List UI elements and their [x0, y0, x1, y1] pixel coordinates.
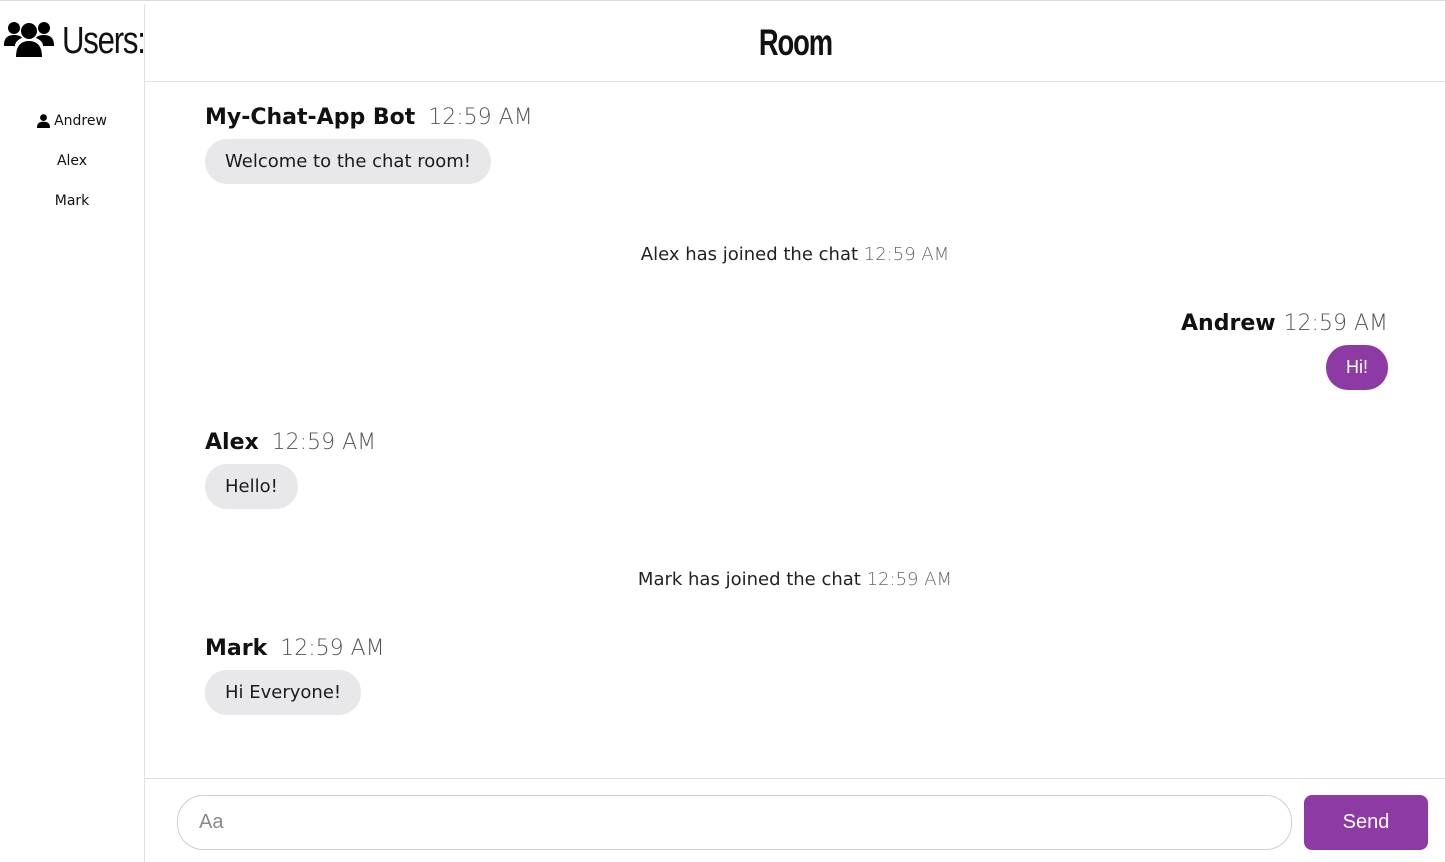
users-title: Users:: [62, 19, 146, 62]
message-bubble: Hi Everyone!: [205, 670, 362, 715]
user-name: Andrew: [54, 113, 107, 129]
users-group-icon: [4, 19, 54, 63]
chat-message: Alex 12:59 AM Hello!: [205, 430, 376, 509]
person-icon: [37, 114, 51, 128]
send-button[interactable]: Send: [1304, 795, 1428, 850]
message-bubble: Hi!: [1326, 345, 1388, 390]
message-author: Mark: [205, 636, 268, 661]
users-sidebar: Users: Andrew Alex Mark: [0, 4, 146, 862]
chat-app: Users: Andrew Alex Mark Room My-Chat-App…: [0, 0, 1445, 862]
message-time: 12:59 AM: [280, 636, 385, 661]
user-item-mark[interactable]: Mark: [0, 181, 144, 221]
system-message-text: Mark has joined the chat: [637, 569, 861, 590]
message-time: 12:59 AM: [428, 105, 533, 130]
message-time: 12:59 AM: [271, 430, 377, 455]
users-header: Users:: [0, 4, 146, 78]
message-author: Alex: [205, 430, 259, 455]
chat-message: My-Chat-App Bot 12:59 AM Welcome to the …: [205, 105, 533, 184]
message-author: My-Chat-App Bot: [205, 105, 416, 130]
system-message: Mark has joined the chat 12:59 AM: [145, 569, 1445, 590]
message-time: 12:59 AM: [866, 569, 953, 590]
room-header: Room: [145, 4, 1445, 82]
user-name: Mark: [54, 193, 90, 209]
user-item-alex[interactable]: Alex: [0, 141, 144, 181]
message-bubble: Hello!: [205, 464, 298, 509]
message-list[interactable]: My-Chat-App Bot 12:59 AM Welcome to the …: [145, 83, 1445, 778]
user-name: Alex: [56, 153, 88, 169]
message-time: 12:59 AM: [863, 244, 950, 265]
chat-message: Mark 12:59 AM Hi Everyone!: [205, 636, 385, 715]
room-title: Room: [758, 21, 832, 63]
message-author: Andrew: [1181, 311, 1276, 336]
message-composer: Send: [145, 778, 1445, 862]
chat-message-own: Andrew 12:59 AM Hi!: [1181, 311, 1388, 390]
user-list: Andrew Alex Mark: [0, 101, 144, 221]
user-item-andrew[interactable]: Andrew: [0, 101, 144, 141]
system-message-text: Alex has joined the chat: [640, 244, 859, 265]
system-message: Alex has joined the chat 12:59 AM: [145, 244, 1445, 265]
message-time: 12:59 AM: [1283, 311, 1388, 336]
message-input[interactable]: [177, 795, 1292, 850]
message-bubble: Welcome to the chat room!: [205, 139, 492, 184]
